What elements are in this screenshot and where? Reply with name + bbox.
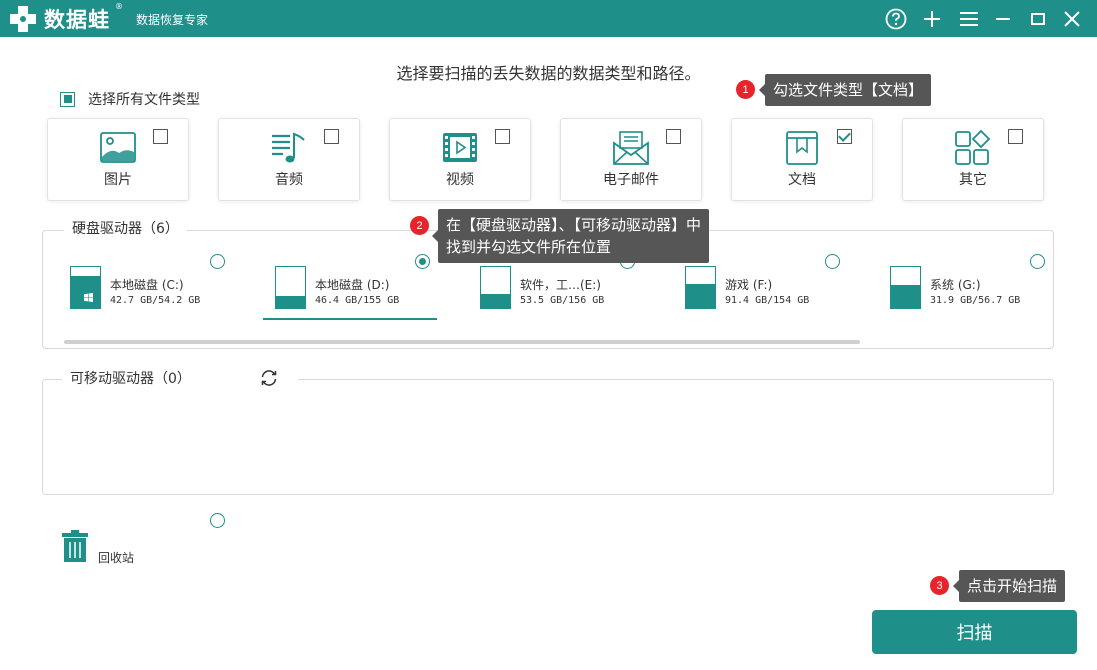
drive-size: 46.4 GB/155 GB [315, 295, 400, 306]
file-type-card-email[interactable]: 电子邮件 [560, 118, 702, 201]
video-icon [443, 133, 477, 162]
file-type-card-other[interactable]: 其它 [902, 118, 1044, 201]
file-type-label: 电子邮件 [603, 172, 659, 188]
logo-icon [10, 6, 36, 32]
add-button[interactable] [919, 6, 945, 32]
drive-d-radio[interactable] [415, 254, 430, 269]
tooltip-step-1: 勾选文件类型【文档】 [758, 74, 932, 106]
drive-item-selected[interactable]: 本地磁盘 (D:) 46.4 GB/155 GB [263, 262, 437, 320]
drive-name: 系统 (G:) [930, 278, 981, 292]
maximize-button[interactable] [1025, 6, 1051, 32]
email-icon [613, 131, 649, 165]
close-button[interactable] [1059, 6, 1085, 32]
file-type-card-video[interactable]: 视频 [389, 118, 531, 201]
drive-name: 软件，工…(E:) [520, 278, 601, 292]
drive-size: 53.5 GB/156 GB [520, 295, 605, 306]
file-type-checkbox-document[interactable] [837, 129, 852, 144]
maximize-icon [1031, 13, 1045, 25]
drive-c-icon [70, 266, 101, 309]
picture-icon [100, 132, 136, 163]
drive-g-icon [890, 266, 921, 309]
menu-button[interactable] [956, 6, 982, 32]
trash-icon [62, 530, 88, 562]
refresh-button[interactable] [257, 367, 281, 389]
file-type-checkbox-other[interactable] [1008, 129, 1023, 144]
plus-icon [924, 11, 940, 27]
document-icon [786, 131, 818, 165]
brand-name: 数据蛙 [44, 8, 110, 32]
drive-usage-fill [71, 275, 100, 308]
tooltip-step-2: 在【硬盘驱动器】、【可移动驱动器】中 找到并勾选文件所在位置 [431, 209, 710, 263]
help-icon [885, 8, 907, 30]
file-type-label: 文档 [788, 172, 816, 188]
registered-mark: ® [115, 2, 123, 11]
refresh-icon [261, 370, 277, 386]
drive-usage-fill [686, 283, 715, 308]
file-type-label: 视频 [446, 172, 474, 188]
select-all-check-mark[interactable] [60, 91, 75, 107]
minimize-icon [996, 18, 1010, 20]
recycle-bin-label: 回收站 [98, 551, 135, 565]
file-type-card-picture[interactable]: 图片 [47, 118, 189, 201]
scan-button[interactable]: 扫描 [872, 610, 1077, 654]
removable-drives-group [42, 379, 1054, 495]
app-subtitle: 数据恢复专家 [136, 13, 209, 27]
drive-name: 本地磁盘 (D:) [315, 278, 390, 292]
step-badge-3: 3 [930, 576, 949, 595]
file-type-label: 其它 [959, 172, 987, 188]
file-type-card-audio[interactable]: 音频 [218, 118, 360, 201]
file-type-label: 音频 [275, 172, 303, 188]
step-badge-1: 1 [736, 80, 755, 99]
windows-logo-icon [84, 293, 93, 302]
drive-usage-fill [481, 294, 510, 308]
drive-item[interactable]: 软件，工…(E:) 53.5 GB/156 GB [480, 262, 680, 320]
drive-usage-fill [891, 285, 920, 308]
drive-item[interactable]: 系统 (G:) 31.9 GB/56.7 GB [890, 262, 1050, 320]
file-type-card-document[interactable]: 文档 [731, 118, 873, 201]
other-icon [955, 130, 991, 165]
select-all-label: 选择所有文件类型 [88, 92, 200, 108]
audio-icon [272, 132, 305, 163]
drive-name: 游戏 (F:) [725, 278, 773, 292]
drive-c-radio[interactable] [210, 254, 225, 269]
file-type-checkbox-email[interactable] [666, 129, 681, 144]
help-button[interactable] [883, 6, 909, 32]
hard-drives-title: 硬盘驱动器（6） [64, 218, 187, 238]
drive-e-icon [480, 266, 511, 309]
drive-usage-fill [276, 295, 305, 308]
drive-name: 本地磁盘 (C:) [110, 278, 184, 292]
recycle-bin-item[interactable] [62, 530, 88, 566]
drive-size: 42.7 GB/54.2 GB [110, 295, 201, 306]
recycle-bin-radio[interactable] [210, 513, 225, 528]
file-type-checkbox-video[interactable] [495, 129, 510, 144]
select-all-checkbox[interactable]: 选择所有文件类型 [60, 89, 200, 109]
drive-item[interactable]: 本地磁盘 (C:) 42.7 GB/54.2 GB [70, 262, 270, 320]
instruction-text: 选择要扫描的丢失数据的数据类型和路径。 [396, 64, 701, 83]
drive-size: 31.9 GB/56.7 GB [930, 295, 1021, 306]
tooltip-step-2-line2: 找到并勾选文件所在位置 [446, 238, 612, 256]
removable-drives-title-text: 可移动驱动器（0） [70, 371, 191, 387]
minimize-button[interactable] [990, 6, 1016, 32]
drive-f-icon [685, 266, 716, 309]
drive-g-radio[interactable] [1030, 254, 1045, 269]
step-badge-2: 2 [410, 216, 429, 235]
tooltip-step-3: 点击开始扫描 [952, 570, 1066, 602]
file-type-checkbox-picture[interactable] [153, 129, 168, 144]
file-type-label: 图片 [104, 172, 132, 188]
drives-horizontal-scrollbar[interactable] [64, 340, 860, 344]
drive-item[interactable]: 游戏 (F:) 91.4 GB/154 GB [685, 262, 885, 320]
title-bar: 数据蛙 ® 数据恢复专家 [0, 0, 1097, 37]
tooltip-step-2-line1: 在【硬盘驱动器】、【可移动驱动器】中 [446, 216, 702, 234]
drive-d-icon [275, 266, 306, 309]
file-type-checkbox-audio[interactable] [324, 129, 339, 144]
menu-icon [960, 12, 978, 26]
drive-size: 91.4 GB/154 GB [725, 295, 810, 306]
drive-f-radio[interactable] [825, 254, 840, 269]
close-icon [1064, 11, 1080, 27]
